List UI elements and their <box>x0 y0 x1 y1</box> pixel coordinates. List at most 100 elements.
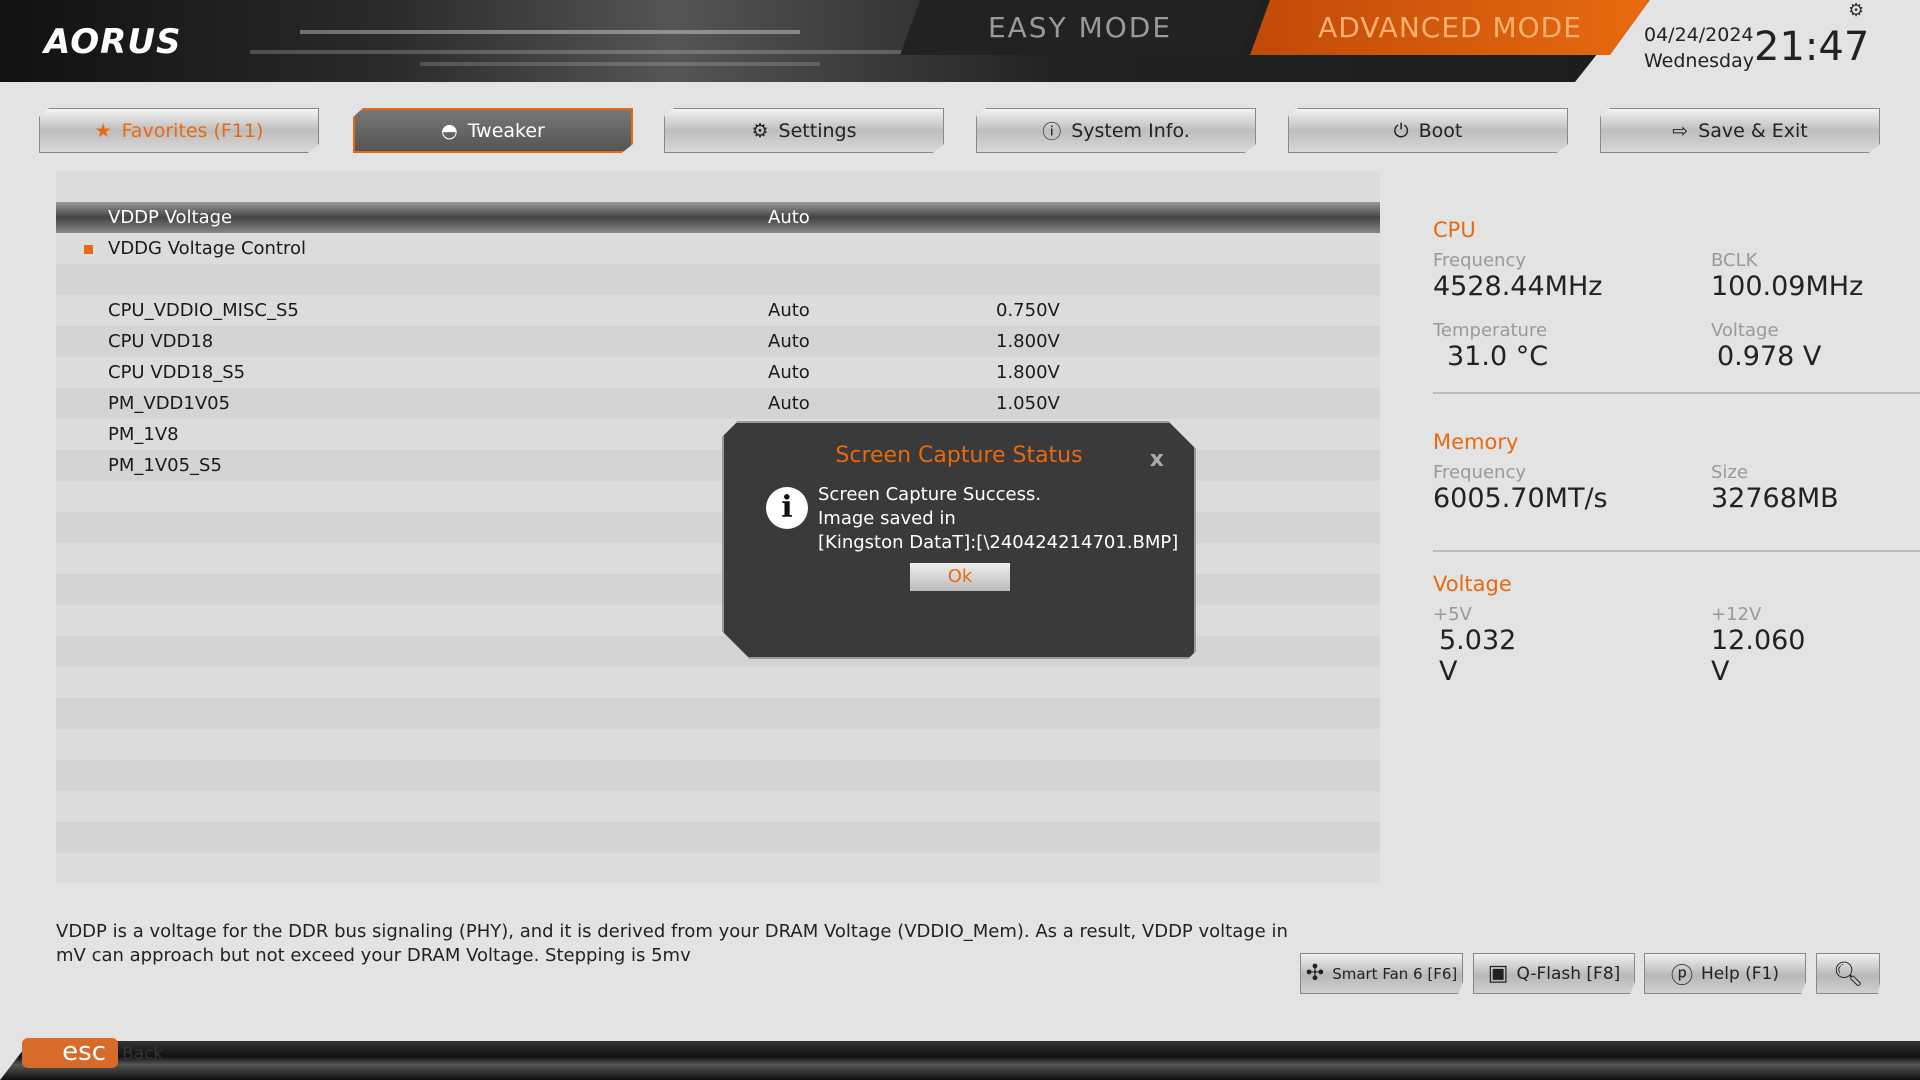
row-name: PM_1V05_S5 <box>108 455 222 476</box>
fan-icon: ✣ <box>1305 961 1325 986</box>
voltage-monitor: Voltage +5V 5.032 V +12V 12.060 V <box>1433 572 1805 687</box>
memory-size: 32768MB <box>1711 483 1839 514</box>
search-button[interactable]: 🔍︎ <box>1816 953 1880 994</box>
table-row[interactable]: VDDP Voltage Auto <box>56 202 1380 233</box>
star-folder-icon: ★ <box>94 119 112 142</box>
info-icon: ⓘ <box>1042 121 1062 143</box>
button-label: Help (F1) <box>1700 963 1780 984</box>
tab-tweaker[interactable]: ◓ Tweaker <box>353 108 633 153</box>
cpu-title: CPU <box>1433 218 1476 242</box>
easy-mode-tab[interactable]: EASY MODE <box>900 0 1260 55</box>
aorus-logo: AORUS <box>44 22 182 62</box>
help-text: VDDP is a voltage for the DDR bus signal… <box>56 921 1288 966</box>
table-row[interactable]: CPU_VDDIO_MISC_S5 Auto 0.750V <box>56 295 1380 326</box>
speedometer-icon: ◓ <box>441 119 458 142</box>
tab-label: System Info. <box>1071 119 1190 142</box>
advanced-mode-tab[interactable]: ADVANCED MODE <box>1250 0 1650 55</box>
smart-fan-button[interactable]: ✣ Smart Fan 6 [F6] <box>1300 953 1463 994</box>
tab-settings[interactable]: ⚙ Settings <box>664 108 944 153</box>
tab-label: Favorites (F11) <box>121 119 264 142</box>
v12-label: +12V <box>1711 604 1762 625</box>
gear-icon[interactable]: ⚙ <box>1848 0 1864 21</box>
table-row[interactable] <box>56 791 1380 822</box>
chip-icon: ▣ <box>1487 961 1509 986</box>
row-setting: Auto <box>768 207 810 228</box>
tab-boot[interactable]: ⏻ Boot <box>1288 108 1568 153</box>
row-value: 1.800V <box>996 362 1060 383</box>
row-value: 1.800V <box>996 331 1060 352</box>
v12-value: 12.060 V <box>1711 625 1806 687</box>
tab-label: Boot <box>1418 119 1463 142</box>
cpu-voltage: 0.978 V <box>1717 341 1822 372</box>
cpu-temp: 31.0 °C <box>1447 341 1549 372</box>
row-setting: Auto <box>768 393 810 414</box>
table-row[interactable]: PM_VDD1V05 Auto 1.050V <box>56 388 1380 419</box>
tab-label: Settings <box>778 119 857 142</box>
bullet-icon <box>84 245 93 254</box>
memory-monitor: Memory Frequency 6005.70MT/s Size 32768MB <box>1433 430 1920 552</box>
v5-label: +5V <box>1433 604 1472 625</box>
table-row[interactable] <box>56 822 1380 853</box>
table-row[interactable]: CPU VDD18_S5 Auto 1.800V <box>56 357 1380 388</box>
tab-label: Tweaker <box>467 119 545 142</box>
tab-save-exit[interactable]: ⇨ Save & Exit <box>1600 108 1880 153</box>
message-line: [Kingston DataT]:[\240424214701.BMP] <box>818 532 1179 553</box>
memory-title: Memory <box>1433 430 1519 454</box>
row-name: CPU VDD18_S5 <box>108 362 246 383</box>
date-display: 04/24/2024 Wednesday <box>1644 22 1754 74</box>
message-line: Image saved in <box>818 508 956 529</box>
weekday: Wednesday <box>1644 50 1755 72</box>
tab-favorites[interactable]: ★ Favorites (F11) <box>39 108 319 153</box>
row-setting: Auto <box>768 300 810 321</box>
back-label: Back <box>122 1044 164 1064</box>
dialog-title: Screen Capture Status <box>835 443 1083 468</box>
row-value: 1.050V <box>996 393 1060 414</box>
button-label: Q-Flash [F8] <box>1516 963 1621 984</box>
table-row[interactable] <box>56 760 1380 791</box>
tab-label: Save & Exit <box>1698 119 1808 142</box>
memory-frequency: 6005.70MT/s <box>1433 483 1608 514</box>
table-row[interactable]: VDDG Voltage Control <box>56 233 1380 264</box>
gear-icon: ⚙ <box>751 119 769 142</box>
date: 04/24/2024 <box>1644 24 1754 46</box>
cpu-frequency-label: Frequency <box>1433 250 1526 271</box>
v5-value: 5.032 V <box>1439 625 1517 687</box>
cpu-temp-label: Temperature <box>1433 320 1548 341</box>
cpu-frequency: 4528.44MHz <box>1433 271 1603 302</box>
row-name: PM_VDD1V05 <box>108 393 231 414</box>
footer-bar <box>0 1041 1920 1080</box>
help-button[interactable]: ⓟ Help (F1) <box>1644 953 1806 994</box>
bclk: 100.09MHz <box>1711 271 1864 302</box>
cpu-monitor: CPU Frequency 4528.44MHz BCLK 100.09MHz Te… <box>1433 218 1920 394</box>
power-icon: ⏻ <box>1393 119 1409 142</box>
close-icon[interactable]: x <box>1150 447 1164 472</box>
screen-capture-dialog: Screen Capture Status x i Screen Capture… <box>722 421 1196 659</box>
memory-size-label: Size <box>1711 462 1748 483</box>
message-line: Screen Capture Success. <box>818 484 1042 505</box>
esc-button[interactable]: esc <box>22 1038 118 1068</box>
table-row[interactable]: CPU VDD18 Auto 1.800V <box>56 326 1380 357</box>
row-setting: Auto <box>768 362 810 383</box>
row-value: 0.750V <box>996 300 1060 321</box>
info-icon: i <box>766 487 808 529</box>
table-row[interactable] <box>56 171 1380 202</box>
row-name: VDDG Voltage Control <box>108 238 307 259</box>
qflash-button[interactable]: ▣ Q-Flash [F8] <box>1473 953 1635 994</box>
row-name: PM_1V8 <box>108 424 179 445</box>
bclk-label: BCLK <box>1711 250 1758 271</box>
tab-system-info[interactable]: ⓘ System Info. <box>976 108 1256 153</box>
table-row[interactable] <box>56 853 1380 884</box>
table-row[interactable] <box>56 264 1380 295</box>
row-setting: Auto <box>768 331 810 352</box>
exit-icon: ⇨ <box>1672 119 1689 142</box>
table-row[interactable] <box>56 667 1380 698</box>
cpu-voltage-label: Voltage <box>1711 320 1779 341</box>
table-row[interactable] <box>56 698 1380 729</box>
table-row[interactable] <box>56 729 1380 760</box>
voltage-title: Voltage <box>1433 572 1512 596</box>
ok-button[interactable]: Ok <box>910 563 1010 591</box>
row-name: CPU VDD18 <box>108 331 214 352</box>
question-icon: ⓟ <box>1670 963 1693 989</box>
divider <box>1433 550 1920 552</box>
dialog-message: Screen Capture Success. Image saved in [… <box>818 483 1178 555</box>
